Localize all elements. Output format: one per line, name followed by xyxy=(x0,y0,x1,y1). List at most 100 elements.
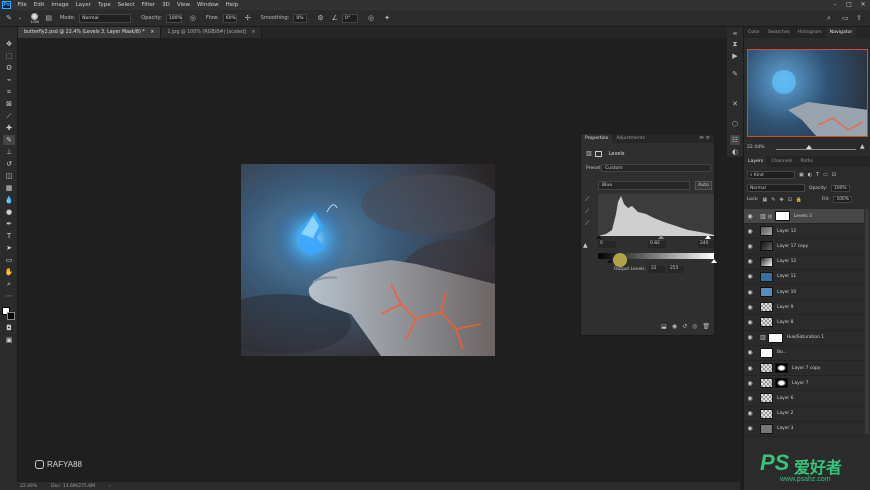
tab-color[interactable]: Color xyxy=(744,27,764,38)
tab-close-icon[interactable]: × xyxy=(251,30,255,35)
tab-properties[interactable]: Properties xyxy=(581,134,613,143)
output-black-field[interactable]: 22 xyxy=(649,266,665,273)
layer-row[interactable]: ◉ Layer 7 copy xyxy=(744,361,864,377)
white-eyedropper-icon[interactable]: ⟋ xyxy=(585,220,589,228)
menu-view[interactable]: View xyxy=(177,2,190,8)
layer-row[interactable]: ◉ Layer 10 xyxy=(744,285,864,301)
tab-navigator[interactable]: Navigator xyxy=(825,27,857,38)
quick-select-tool-icon[interactable]: ⌁ xyxy=(3,75,15,85)
visibility-eye-icon[interactable]: ◉ xyxy=(744,243,756,250)
clip-histogram-icon[interactable]: ▲ xyxy=(583,242,588,249)
collapse-icon[interactable]: ≪ xyxy=(730,29,740,39)
zoom-tool-icon[interactable]: ⌕ xyxy=(3,279,15,289)
menu-select[interactable]: Select xyxy=(118,2,135,8)
workspace-icon[interactable]: ▭ xyxy=(842,14,849,22)
gradient-tool-icon[interactable]: ▦ xyxy=(3,183,15,193)
brush-preset-picker[interactable]: 1000 xyxy=(30,12,39,24)
frame-tool-icon[interactable]: ⊠ xyxy=(3,99,15,109)
layer-row[interactable]: ◉ Layer 11 xyxy=(744,270,864,285)
tab-histogram[interactable]: Histogram xyxy=(794,27,826,38)
more-tools-icon[interactable]: ⋯ xyxy=(3,291,15,301)
lock-move-icon[interactable]: ✥ xyxy=(779,197,783,203)
quick-mask-icon[interactable]: ◘ xyxy=(3,323,15,333)
input-black-slider[interactable] xyxy=(596,235,602,239)
pressure-opacity-icon[interactable]: ◎ xyxy=(190,14,196,22)
layer-row[interactable]: ◉ Layer 2 xyxy=(744,407,864,422)
healing-tool-icon[interactable]: ✚ xyxy=(3,123,15,133)
dodge-tool-icon[interactable]: ● xyxy=(3,207,15,217)
clip-to-layer-icon[interactable]: ⬓ xyxy=(661,323,667,330)
photoshop-logo-icon[interactable]: Ps xyxy=(2,1,11,9)
pressure-size-icon[interactable]: ◎ xyxy=(368,14,374,22)
filter-smart-icon[interactable]: ⊡ xyxy=(832,172,836,178)
tab-adjustments[interactable]: Adjustments xyxy=(612,134,649,143)
layer-row[interactable]: ◉ Layer 9 xyxy=(744,300,864,316)
input-white-slider[interactable] xyxy=(705,235,711,239)
layer-row[interactable]: ◉ Layer 6 xyxy=(744,391,864,407)
auto-button[interactable]: Auto xyxy=(695,181,712,190)
angle-field[interactable]: 0° xyxy=(341,13,358,23)
layer-mask-thumb[interactable] xyxy=(775,363,788,374)
menu-window[interactable]: Window xyxy=(197,2,219,8)
blend-mode-select[interactable]: Normal xyxy=(747,184,805,192)
layer-row[interactable]: ◉ Layer 8 xyxy=(744,315,864,331)
lasso-tool-icon[interactable]: ʘ xyxy=(3,63,15,73)
screen-mode-icon[interactable]: ▣ xyxy=(3,335,15,345)
layer-row[interactable]: ◉ Layer 3 xyxy=(744,422,864,437)
blur-tool-icon[interactable]: 💧 xyxy=(3,195,15,205)
visibility-eye-icon[interactable]: ◉ xyxy=(744,258,756,265)
shape-tool-icon[interactable]: ▭ xyxy=(3,255,15,265)
visibility-eye-icon[interactable]: ◉ xyxy=(744,380,756,387)
airbrush-icon[interactable]: ✢ xyxy=(245,14,251,22)
tab-layers[interactable]: Layers xyxy=(744,156,768,167)
layer-row[interactable]: ◉ ▥ Hue/Saturation 1 xyxy=(744,331,864,346)
brush-tool-icon[interactable]: ✎ xyxy=(4,14,14,22)
gear-icon[interactable]: ⚙ xyxy=(317,14,323,22)
marquee-tool-icon[interactable]: ⬚ xyxy=(3,51,15,61)
tab-close-icon[interactable]: × xyxy=(150,30,154,35)
type-tool-icon[interactable]: T xyxy=(3,231,15,241)
menu-layer[interactable]: Layer xyxy=(76,2,91,8)
zoom-thumb[interactable] xyxy=(806,145,812,149)
black-eyedropper-icon[interactable]: ⟋ xyxy=(585,196,589,204)
visibility-eye-icon[interactable]: ◉ xyxy=(744,289,756,296)
reset-icon[interactable]: ↺ xyxy=(682,323,687,330)
dropdown-icon[interactable]: ⌄ xyxy=(18,15,22,21)
tools-cross-icon[interactable]: ✕ xyxy=(730,99,740,109)
input-gamma-slider[interactable] xyxy=(658,235,664,239)
layer-row[interactable]: ◉ Layer 7 xyxy=(744,376,864,392)
filter-kind-select[interactable]: ⌕ Kind xyxy=(747,171,795,179)
lock-paint-icon[interactable]: ✎ xyxy=(771,197,775,203)
flow-field[interactable]: 60% xyxy=(222,13,237,23)
layer-row[interactable]: ◉ Layer 17 copy xyxy=(744,239,864,255)
visibility-eye-icon[interactable]: ◉ xyxy=(744,213,756,220)
navigator-zoom-slider[interactable] xyxy=(776,149,856,150)
opacity-field[interactable]: 100% xyxy=(165,13,182,23)
chain-icon[interactable]: ⛓ xyxy=(768,214,773,219)
properties-icon[interactable]: ◐ xyxy=(730,147,740,157)
lock-all-icon[interactable]: 🔒 xyxy=(796,197,802,203)
opacity-field[interactable]: 100% xyxy=(831,184,850,192)
brush-tool-icon[interactable]: ✎ xyxy=(3,135,15,145)
mode-select[interactable]: Normal xyxy=(79,13,132,23)
panel-menu-icon[interactable]: ≫ ≡ xyxy=(699,135,710,141)
maximize-icon[interactable]: □ xyxy=(842,0,856,10)
lock-pixels-icon[interactable]: ▦ xyxy=(763,197,768,203)
view-previous-icon[interactable]: ◉ xyxy=(672,323,677,330)
input-black-field[interactable]: 0 xyxy=(598,241,616,248)
lock-artboard-icon[interactable]: ⊡ xyxy=(788,197,792,203)
filter-type-icon[interactable]: T xyxy=(816,172,819,178)
zoom-in-icon[interactable]: ▲ xyxy=(860,143,865,150)
layer-mask-thumb[interactable] xyxy=(775,378,788,389)
navigator-preview[interactable] xyxy=(747,49,868,137)
filter-adjust-icon[interactable]: ◐ xyxy=(808,172,812,178)
brush-settings-icon[interactable]: ▤ xyxy=(45,14,52,22)
visibility-eye-icon[interactable]: ◉ xyxy=(744,365,756,372)
layer-row[interactable]: ◉ Layer 12 xyxy=(744,224,864,240)
actions-play-icon[interactable]: ▶ xyxy=(730,51,740,61)
input-gamma-field[interactable]: 0.82 xyxy=(648,241,666,248)
menu-help[interactable]: Help xyxy=(226,2,239,8)
document-image[interactable] xyxy=(241,164,495,356)
preset-select[interactable]: Custom xyxy=(601,164,711,172)
share-icon[interactable]: ⇪ xyxy=(856,14,862,22)
